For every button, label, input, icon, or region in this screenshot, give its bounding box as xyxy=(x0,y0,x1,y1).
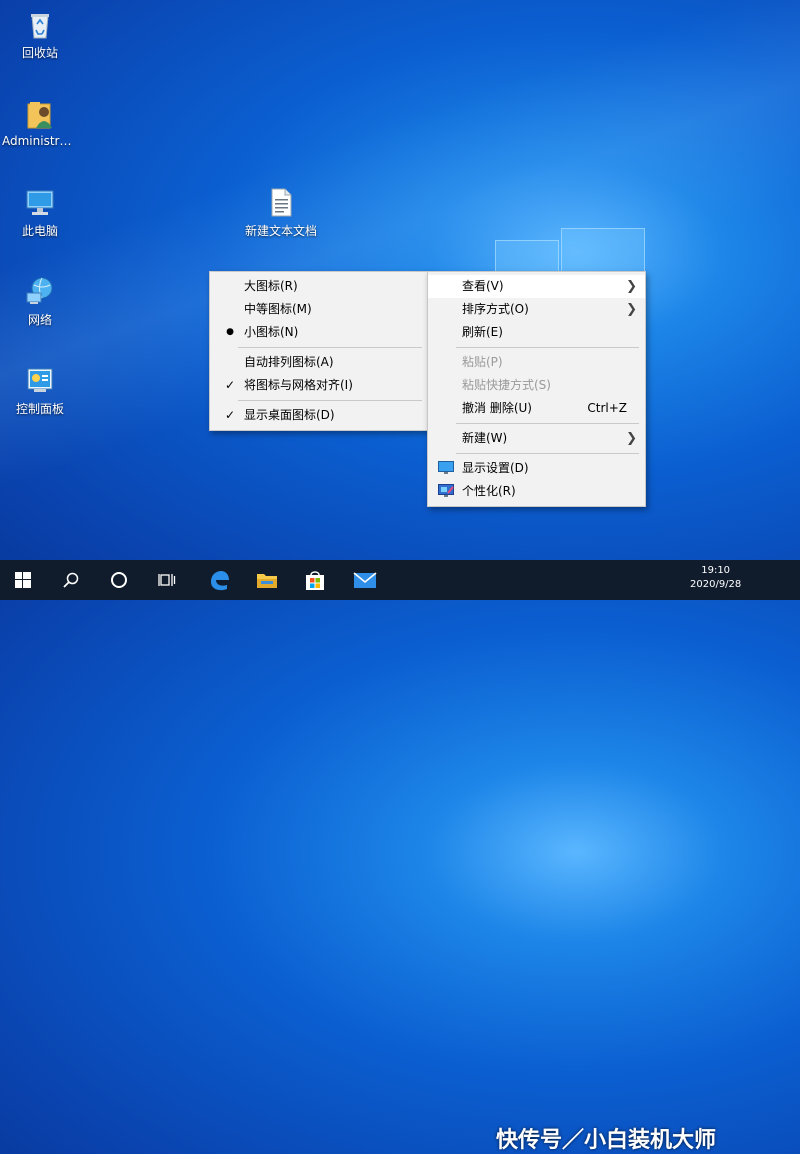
store-icon xyxy=(306,571,324,590)
recycle-bin-icon xyxy=(31,14,49,39)
menu-item-new[interactable]: 新建(W) ❯ xyxy=(428,427,645,450)
display-settings-icon xyxy=(438,461,454,474)
menu-item-label: 粘贴(P) xyxy=(462,355,503,369)
chevron-right-icon: ❯ xyxy=(626,302,637,317)
desktop-context-menu: 查看(V) ❯ 排序方式(O) ❯ 刷新(E) 粘贴(P) 粘贴快捷方式(S) … xyxy=(427,271,646,507)
checkmark-icon: ✓ xyxy=(224,408,236,422)
menu-item-medium-icons[interactable]: 中等图标(M) xyxy=(210,298,428,321)
desktop-icon-label: 回收站 xyxy=(21,46,58,60)
taskbar: 快传号／小白装机大师 19:10 2020/9/28 xyxy=(0,560,800,1153)
menu-item-auto-arrange[interactable]: 自动排列图标(A) xyxy=(210,351,428,374)
menu-item-label: 将图标与网格对齐(I) xyxy=(244,378,353,392)
menu-separator xyxy=(456,423,639,424)
edge-icon xyxy=(211,571,229,591)
personalize-icon xyxy=(438,484,454,497)
task-view-icon xyxy=(158,574,176,586)
system-clock[interactable]: 19:10 2020/9/28 xyxy=(690,564,741,592)
menu-item-refresh[interactable]: 刷新(E) xyxy=(428,321,645,344)
menu-item-shortcut: Ctrl+Z xyxy=(587,401,627,415)
clock-date: 2020/9/28 xyxy=(690,579,742,590)
store-button[interactable] xyxy=(292,560,338,600)
menu-separator xyxy=(456,453,639,454)
desktop-icon-label: 网络 xyxy=(27,313,52,327)
menu-item-display-settings[interactable]: 显示设置(D) xyxy=(428,457,645,480)
menu-item-large-icons[interactable]: 大图标(R) xyxy=(210,275,428,298)
menu-item-sort-by[interactable]: 排序方式(O) ❯ xyxy=(428,298,645,321)
menu-item-label: 新建(W) xyxy=(462,431,508,445)
desktop-icon-this-pc[interactable]: 此电脑 xyxy=(2,186,78,239)
menu-item-label: 刷新(E) xyxy=(462,325,503,339)
desktop-icon-label: Administra... xyxy=(2,134,78,148)
start-button[interactable] xyxy=(0,560,46,600)
menu-item-label: 中等图标(M) xyxy=(244,302,312,316)
desktop-icon-control-panel[interactable]: 控制面板 xyxy=(2,364,78,417)
desktop-icon-label: 控制面板 xyxy=(15,402,64,416)
menu-item-label: 个性化(R) xyxy=(462,484,516,498)
mail-button[interactable] xyxy=(342,560,388,600)
menu-item-personalize[interactable]: 个性化(R) xyxy=(428,480,645,503)
user-folder-icon xyxy=(27,102,52,129)
desktop-icon-label: 此电脑 xyxy=(21,224,58,238)
menu-item-label: 查看(V) xyxy=(462,279,504,293)
checkmark-icon: ✓ xyxy=(224,378,236,392)
menu-item-paste[interactable]: 粘贴(P) xyxy=(428,351,645,374)
computer-icon xyxy=(26,190,54,215)
search-button[interactable] xyxy=(48,560,94,600)
menu-item-label: 大图标(R) xyxy=(244,279,298,293)
menu-separator xyxy=(238,400,422,401)
file-explorer-button[interactable] xyxy=(244,560,290,600)
menu-item-label: 排序方式(O) xyxy=(462,302,529,316)
start-icon xyxy=(15,572,31,588)
menu-item-label: 显示桌面图标(D) xyxy=(244,408,335,422)
menu-item-label: 粘贴快捷方式(S) xyxy=(462,378,551,392)
menu-separator xyxy=(238,347,422,348)
menu-item-show-desktop-icons[interactable]: ✓ 显示桌面图标(D) xyxy=(210,404,428,427)
chevron-right-icon: ❯ xyxy=(626,431,637,446)
view-submenu: 大图标(R) 中等图标(M) ● 小图标(N) 自动排列图标(A) ✓ 将图标与… xyxy=(209,271,429,431)
desktop-icon-label: 新建文本文档 xyxy=(244,224,317,238)
edge-button[interactable] xyxy=(196,560,242,600)
chevron-right-icon: ❯ xyxy=(626,279,637,294)
desktop-icon-user-folder[interactable]: Administra... xyxy=(2,98,78,148)
menu-item-label: 自动排列图标(A) xyxy=(244,355,334,369)
network-icon xyxy=(26,277,53,304)
menu-item-label: 显示设置(D) xyxy=(462,461,529,475)
menu-item-align-to-grid[interactable]: ✓ 将图标与网格对齐(I) xyxy=(210,374,428,397)
desktop-icon-text-document[interactable]: 新建文本文档 xyxy=(236,186,326,239)
file-explorer-icon xyxy=(257,574,277,588)
search-icon xyxy=(63,572,79,588)
text-document-icon xyxy=(271,188,292,217)
cortana-icon xyxy=(111,572,127,588)
cortana-button[interactable] xyxy=(96,560,142,600)
desktop-icon-network[interactable]: 网络 xyxy=(2,275,78,328)
clock-time: 19:10 xyxy=(701,565,731,576)
menu-item-label: 小图标(N) xyxy=(244,325,299,339)
watermark-text: 快传号／小白装机大师 xyxy=(496,1128,717,1153)
menu-item-view[interactable]: 查看(V) ❯ xyxy=(428,275,645,298)
radio-dot-icon: ● xyxy=(226,327,234,337)
control-panel-icon xyxy=(27,368,53,392)
desktop-icon-recycle-bin[interactable]: 回收站 xyxy=(2,8,78,61)
menu-separator xyxy=(456,347,639,348)
menu-item-label: 撤消 删除(U) xyxy=(462,401,532,415)
menu-item-undo-delete[interactable]: 撤消 删除(U) Ctrl+Z xyxy=(428,397,645,420)
task-view-button[interactable] xyxy=(144,560,190,600)
menu-item-paste-shortcut[interactable]: 粘贴快捷方式(S) xyxy=(428,374,645,397)
menu-item-small-icons[interactable]: ● 小图标(N) xyxy=(210,321,428,344)
mail-icon xyxy=(353,572,377,588)
